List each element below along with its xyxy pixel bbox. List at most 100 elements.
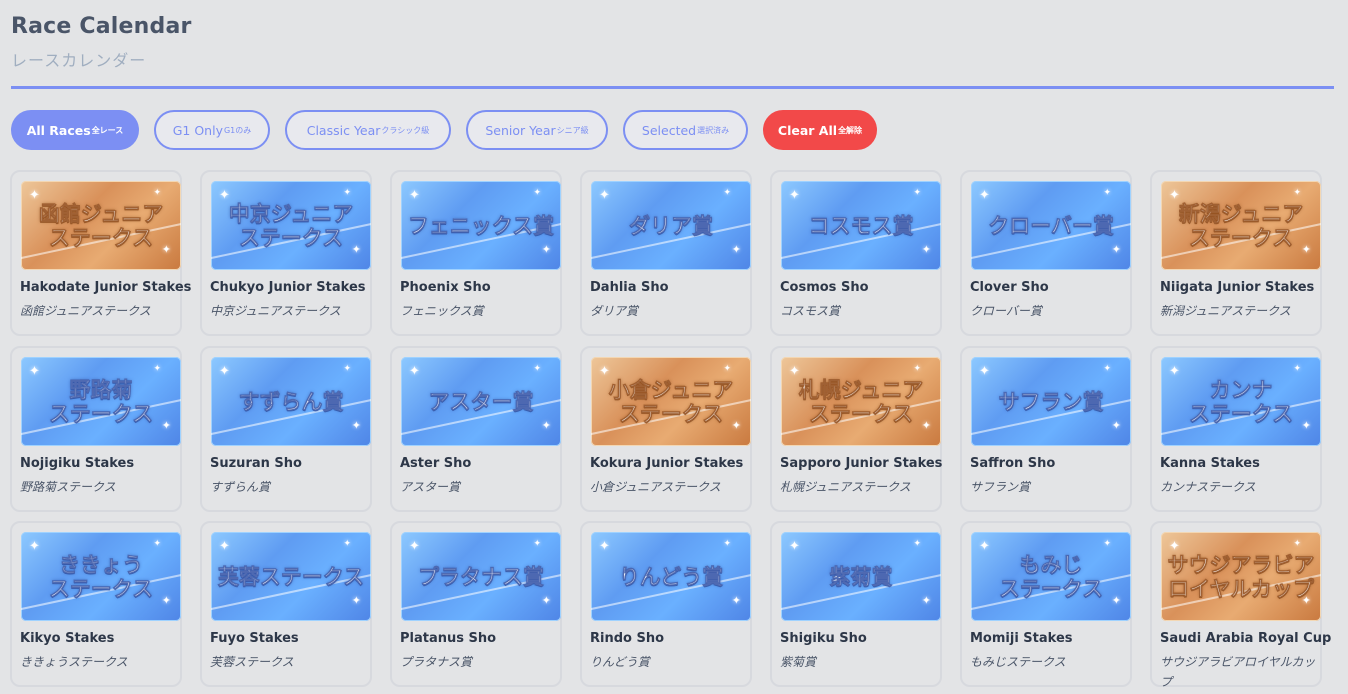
- race-card[interactable]: ✦ ✦ ✦ ダリア賞 Dahlia Sho ダリア賞: [580, 170, 752, 336]
- sparkle-icon: ✦: [1301, 419, 1311, 432]
- race-banner-text: 札幌ジュニア ステークス: [798, 377, 924, 426]
- race-name: Fuyo Stakes: [210, 631, 299, 646]
- race-name-jp: カンナステークス: [1160, 480, 1256, 494]
- race-card[interactable]: ✦ ✦ ✦ アスター賞 Aster Sho アスター賞: [390, 346, 562, 512]
- sparkle-icon: ✦: [913, 539, 921, 549]
- race-name-jp: クローバー賞: [970, 304, 1042, 318]
- sparkle-icon: ✦: [1103, 539, 1111, 549]
- filter-senior-year-button[interactable]: Senior Year シニア級: [466, 110, 608, 150]
- race-banner-text: 紫菊賞: [829, 564, 893, 589]
- race-card[interactable]: ✦ ✦ ✦ サフラン賞 Saffron Sho サフラン賞: [960, 346, 1132, 512]
- sparkle-icon: ✦: [343, 188, 351, 198]
- race-card[interactable]: ✦ ✦ ✦ 函館ジュニア ステークス Hakodate Junior Stakes 函館ジ…: [10, 170, 192, 336]
- filter-label: Selected: [641, 122, 697, 138]
- sparkle-icon: ✦: [409, 188, 420, 203]
- race-card[interactable]: ✦ ✦ ✦ すずらん賞 Suzuran Sho すずらん賞: [200, 346, 372, 512]
- race-name-jp: 小倉ジュニアステークス: [590, 480, 721, 494]
- race-name-jp: 札幌ジュニアステークス: [780, 480, 911, 494]
- race-card[interactable]: ✦ ✦ ✦ カンナ ステークス Kanna Stakes カンナステークス: [1150, 346, 1322, 512]
- race-name: Nojigiku Stakes: [20, 456, 135, 471]
- race-banner-image: ✦ ✦ ✦ 野路菊 ステークス: [21, 357, 181, 446]
- race-banner-text: 中京ジュニア ステークス: [228, 201, 354, 250]
- sparkle-icon: ✦: [921, 594, 931, 607]
- race-banner-image: ✦ ✦ ✦ アスター賞: [401, 357, 561, 446]
- sparkle-icon: ✦: [1103, 364, 1111, 374]
- race-banner-text: 野路菊 ステークス: [48, 377, 154, 426]
- race-banner-image: ✦ ✦ ✦ サウジアラビア ロイヤルカップ: [1161, 532, 1321, 621]
- race-card[interactable]: ✦ ✦ ✦ 野路菊 ステークス Nojigiku Stakes 野路菊ステークス: [10, 346, 182, 512]
- sparkle-icon: ✦: [533, 188, 541, 198]
- race-banner-text: プラタナス賞: [418, 564, 545, 589]
- race-name-jp: サフラン賞: [970, 480, 1031, 494]
- sparkle-icon: ✦: [979, 188, 990, 203]
- race-card[interactable]: ✦ ✦ ✦ 芙蓉ステークス Fuyo Stakes 芙蓉ステークス: [200, 521, 372, 687]
- sparkle-icon: ✦: [723, 539, 731, 549]
- race-name: Kikyo Stakes: [20, 631, 115, 646]
- race-card[interactable]: ✦ ✦ ✦ 中京ジュニア ステークス Chukyo Junior Stakes 中京ジュニ…: [200, 170, 372, 336]
- filter-g1-only-button[interactable]: G1 Only G1のみ: [154, 110, 270, 150]
- race-name: Niigata Junior Stakes: [1160, 280, 1315, 295]
- sparkle-icon: ✦: [219, 188, 230, 203]
- filter-classic-year-button[interactable]: Classic Year クラシック級: [285, 110, 451, 150]
- sparkle-icon: ✦: [541, 594, 551, 607]
- race-name: Clover Sho: [970, 280, 1049, 295]
- race-card[interactable]: ✦ ✦ ✦ 札幌ジュニア ステークス Sapporo Junior Stakes 札幌ジュ…: [770, 346, 942, 512]
- race-banner-image: ✦ ✦ ✦ 函館ジュニア ステークス: [21, 181, 181, 270]
- filter-label: Clear All: [777, 122, 838, 138]
- sparkle-icon: ✦: [731, 594, 741, 607]
- sparkle-icon: ✦: [343, 539, 351, 549]
- filter-label-jp: クラシック級: [381, 125, 430, 135]
- sparkle-icon: ✦: [29, 364, 40, 379]
- race-name-jp: ききょうステークス: [20, 655, 128, 669]
- race-card[interactable]: ✦ ✦ ✦ ききょう ステークス Kikyo Stakes ききょうステークス: [10, 521, 182, 687]
- race-name-jp: すずらん賞: [210, 480, 271, 494]
- race-banner-text: コスモス賞: [808, 213, 914, 238]
- race-banner-text: 小倉ジュニア ステークス: [608, 377, 734, 426]
- race-name: Saudi Arabia Royal Cup: [1160, 631, 1332, 646]
- race-card[interactable]: ✦ ✦ ✦ りんどう賞 Rindo Sho りんどう賞: [580, 521, 752, 687]
- sparkle-icon: ✦: [541, 243, 551, 256]
- sparkle-icon: ✦: [533, 364, 541, 374]
- filter-selected-button[interactable]: Selected 選択済み: [623, 110, 748, 150]
- race-card[interactable]: ✦ ✦ ✦ サウジアラビア ロイヤルカップ Saudi Arabia Royal Cup…: [1150, 521, 1332, 689]
- race-banner-text: サフラン賞: [998, 389, 1104, 414]
- filter-label: Senior Year: [485, 122, 556, 138]
- race-name-jp: 紫菊賞: [780, 655, 817, 669]
- race-name: Phoenix Sho: [400, 280, 491, 295]
- page-title: Race Calendar: [11, 14, 192, 39]
- sparkle-icon: ✦: [29, 188, 40, 203]
- race-card[interactable]: ✦ ✦ ✦ コスモス賞 Cosmos Sho コスモス賞: [770, 170, 942, 336]
- clear-all-button[interactable]: Clear All 全解除: [763, 110, 877, 150]
- sparkle-icon: ✦: [1111, 243, 1121, 256]
- race-name-jp: ダリア賞: [590, 304, 639, 318]
- race-card[interactable]: ✦ ✦ ✦ クローバー賞 Clover Sho クローバー賞: [960, 170, 1132, 336]
- race-banner-image: ✦ ✦ ✦ 紫菊賞: [781, 532, 941, 621]
- race-name: Suzuran Sho: [210, 456, 302, 471]
- race-banner-image: ✦ ✦ ✦ フェニックス賞: [401, 181, 561, 270]
- filter-all-races-button[interactable]: All Races 全レース: [11, 110, 139, 150]
- race-card[interactable]: ✦ ✦ ✦ プラタナス賞 Platanus Sho プラタナス賞: [390, 521, 562, 687]
- sparkle-icon: ✦: [913, 188, 921, 198]
- race-name: Platanus Sho: [400, 631, 497, 646]
- race-banner-image: ✦ ✦ ✦ 小倉ジュニア ステークス: [591, 357, 751, 446]
- race-name: Momiji Stakes: [970, 631, 1073, 646]
- sparkle-icon: ✦: [153, 539, 161, 549]
- race-banner-image: ✦ ✦ ✦ 芙蓉ステークス: [211, 532, 371, 621]
- race-name-jp: コスモス賞: [780, 304, 841, 318]
- race-card[interactable]: ✦ ✦ ✦ 新潟ジュニア ステークス Niigata Junior Stakes 新潟ジュ…: [1150, 170, 1322, 336]
- race-name: Hakodate Junior Stakes: [20, 280, 192, 295]
- race-card[interactable]: ✦ ✦ ✦ 小倉ジュニア ステークス Kokura Junior Stakes 小倉ジュニ…: [580, 346, 752, 512]
- race-card[interactable]: ✦ ✦ ✦ フェニックス賞 Phoenix Sho フェニックス賞: [390, 170, 562, 336]
- sparkle-icon: ✦: [153, 188, 161, 198]
- sparkle-icon: ✦: [1293, 364, 1301, 374]
- race-card[interactable]: ✦ ✦ ✦ 紫菊賞 Shigiku Sho 紫菊賞: [770, 521, 942, 687]
- sparkle-icon: ✦: [541, 419, 551, 432]
- race-banner-text: フェニックス賞: [407, 213, 555, 238]
- sparkle-icon: ✦: [789, 539, 800, 554]
- sparkle-icon: ✦: [921, 243, 931, 256]
- race-banner-image: ✦ ✦ ✦ すずらん賞: [211, 357, 371, 446]
- filter-label-jp: 選択済み: [697, 125, 730, 135]
- race-name: Kanna Stakes: [1160, 456, 1260, 471]
- sparkle-icon: ✦: [29, 539, 40, 554]
- race-card[interactable]: ✦ ✦ ✦ もみじ ステークス Momiji Stakes もみじステークス: [960, 521, 1132, 687]
